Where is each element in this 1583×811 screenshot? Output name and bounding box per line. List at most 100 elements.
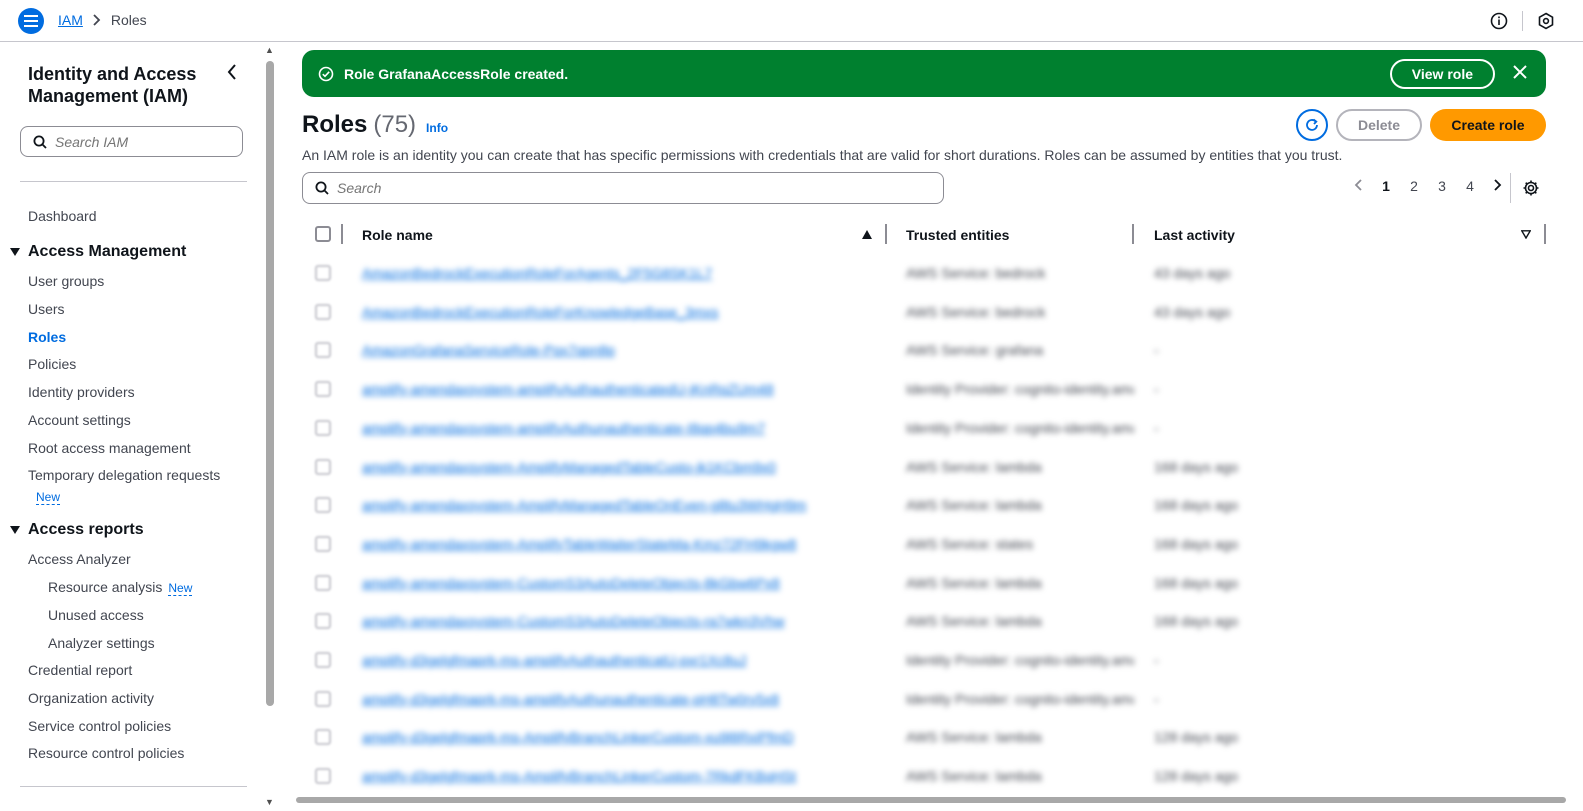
top-navigation-bar: IAM Roles	[0, 0, 1583, 42]
role-name-link[interactable]: amplify-d3gelgfmaprk-ms-amplifyAuthauthe…	[362, 652, 746, 668]
row-checkbox[interactable]	[315, 690, 331, 707]
delete-button[interactable]: Delete	[1336, 109, 1422, 141]
table-row: amplify-amendaxsystem-AmplifyManagedTabl…	[302, 448, 1552, 486]
refresh-button[interactable]	[1296, 109, 1328, 141]
sort-ascending-icon[interactable]	[862, 230, 872, 239]
role-name-link[interactable]: AmazonGrafanaServiceRole-Pqx7qpn8p	[362, 342, 615, 358]
role-name-link[interactable]: AmazonBedrockExecutionRoleForKnowledgeBa…	[362, 304, 718, 320]
new-badge-label: New	[36, 490, 61, 505]
sidebar-item-rcp[interactable]: Resource control policies	[28, 745, 184, 761]
check-circle-icon	[318, 66, 334, 81]
role-name-link[interactable]: amplify-amendaxsystem-CustomS3AutoDelete…	[362, 613, 785, 629]
sidebar-scrollbar[interactable]: ▲ ▼	[264, 43, 276, 811]
table-row: amplify-d3gelgfmaprk-ms-AmplifyBranchLin…	[302, 718, 1552, 756]
row-checkbox[interactable]	[315, 497, 331, 514]
sidebar-item-access-analyzer[interactable]: Access Analyzer	[28, 551, 131, 567]
row-checkbox[interactable]	[315, 574, 331, 591]
sidebar-search[interactable]	[20, 126, 243, 157]
column-divider[interactable]	[885, 224, 887, 244]
column-role-name[interactable]: Role name	[362, 227, 433, 243]
sidebar-item-organization-activity[interactable]: Organization activity	[28, 690, 154, 706]
sidebar-item-scp[interactable]: Service control policies	[28, 718, 171, 734]
table-row: amplify-amendaxsystem-amplifyAuthauthent…	[302, 370, 1552, 408]
sidebar-item-identity-providers[interactable]: Identity providers	[28, 384, 135, 400]
menu-button[interactable]	[18, 8, 44, 34]
create-role-button[interactable]: Create role	[1430, 109, 1546, 141]
column-trusted-entities[interactable]: Trusted entities	[906, 227, 1009, 243]
table-row: amplify-d3gelgfmaprk-ms-AmplifyBranchLin…	[302, 757, 1552, 795]
row-checkbox[interactable]	[315, 613, 331, 630]
settings-hex-icon[interactable]	[1537, 12, 1555, 30]
chevron-right-icon	[93, 14, 101, 26]
column-divider	[1544, 224, 1546, 244]
select-all-checkbox[interactable]	[315, 226, 331, 242]
close-icon[interactable]	[1512, 64, 1528, 80]
row-checkbox[interactable]	[315, 768, 331, 785]
row-checkbox[interactable]	[315, 729, 331, 746]
row-checkbox[interactable]	[315, 419, 331, 436]
row-checkbox[interactable]	[315, 265, 331, 281]
column-divider[interactable]	[1132, 224, 1134, 244]
column-last-activity[interactable]: Last activity	[1154, 227, 1235, 243]
section-access-management[interactable]: Access Management	[10, 243, 186, 261]
sidebar-item-root-access[interactable]: Root access management	[28, 440, 191, 456]
trusted-entity: AWS Service: lambda	[906, 458, 1042, 475]
role-name-link[interactable]: amplify-amendaxsystem-amplifyAuthunauthe…	[362, 420, 765, 436]
page-title: Roles (75) Info	[302, 111, 448, 139]
section-access-reports[interactable]: Access reports	[10, 521, 144, 539]
role-name-link[interactable]: amplify-amendaxsystem-AmplifyTableWaiter…	[362, 536, 796, 552]
breadcrumb-iam-link[interactable]: IAM	[58, 12, 83, 28]
role-name-link[interactable]: amplify-amendaxsystem-CustomS3AutoDelete…	[362, 575, 780, 591]
page-2[interactable]: 2	[1400, 178, 1428, 194]
sidebar: Identity and Access Management (IAM) Das…	[0, 43, 262, 811]
role-name-link[interactable]: AmazonBedrockExecutionRoleForAgents_2F5G…	[362, 265, 712, 281]
page-1[interactable]: 1	[1372, 178, 1400, 194]
table-row: amplify-d3gelgfmaprk-ms-amplifyAuthunaut…	[302, 680, 1552, 718]
sidebar-item-unused-access[interactable]: Unused access	[48, 607, 144, 623]
role-name-link[interactable]: amplify-amendaxsystem-amplifyAuthauthent…	[362, 381, 774, 397]
prev-page-icon[interactable]	[1344, 178, 1372, 194]
sidebar-item-user-groups[interactable]: User groups	[28, 273, 104, 289]
sidebar-item-account-settings[interactable]: Account settings	[28, 412, 131, 428]
row-checkbox[interactable]	[315, 303, 331, 320]
sidebar-item-roles[interactable]: Roles	[28, 329, 66, 345]
search-icon	[315, 181, 329, 195]
gear-icon[interactable]	[1522, 179, 1540, 197]
info-icon[interactable]	[1490, 12, 1508, 30]
sidebar-item-resource-analysis[interactable]: Resource analysis New	[48, 579, 193, 596]
role-name-link[interactable]: amplify-d3gelgfmaprk-ms-AmplifyBranchLin…	[362, 768, 796, 784]
page-3[interactable]: 3	[1428, 178, 1456, 194]
role-name-link[interactable]: amplify-amendaxsystem-AmplifyManagedTabl…	[362, 497, 806, 513]
sort-toggle-icon[interactable]	[1521, 230, 1531, 239]
info-link[interactable]: Info	[426, 121, 448, 135]
role-name-link[interactable]: amplify-d3gelgfmaprk-ms-amplifyAuthunaut…	[362, 691, 779, 707]
row-checkbox[interactable]	[315, 342, 331, 359]
sidebar-item-analyzer-settings[interactable]: Analyzer settings	[48, 635, 155, 651]
roles-search[interactable]	[302, 172, 944, 204]
sidebar-item-credential-report[interactable]: Credential report	[28, 662, 132, 678]
role-name-link[interactable]: amplify-d3gelgfmaprk-ms-AmplifyBranchLin…	[362, 729, 794, 745]
last-activity: -	[1154, 652, 1159, 668]
last-activity: -	[1154, 419, 1159, 436]
role-name-link[interactable]: amplify-amendaxsystem-AmplifyManagedTabl…	[362, 459, 776, 475]
last-activity: -	[1154, 342, 1159, 359]
sidebar-item-temp-delegation[interactable]: Temporary delegation requests	[28, 467, 220, 483]
sidebar-item-dashboard[interactable]: Dashboard	[28, 208, 97, 224]
horizontal-scrollbar[interactable]	[296, 797, 1566, 803]
sidebar-item-users[interactable]: Users	[28, 301, 65, 317]
roles-search-input[interactable]	[337, 180, 917, 196]
scroll-up-arrow-icon[interactable]: ▲	[265, 45, 274, 55]
collapse-sidebar-icon[interactable]	[226, 63, 238, 81]
row-checkbox[interactable]	[315, 381, 331, 398]
trusted-entity: AWS Service: bedrock	[906, 265, 1046, 281]
page-4[interactable]: 4	[1456, 178, 1484, 194]
row-checkbox[interactable]	[315, 535, 331, 552]
row-checkbox[interactable]	[315, 458, 331, 475]
row-checkbox[interactable]	[315, 652, 331, 668]
scroll-down-arrow-icon[interactable]: ▼	[265, 797, 274, 807]
next-page-icon[interactable]	[1484, 178, 1512, 194]
view-role-button[interactable]: View role	[1389, 59, 1495, 89]
sidebar-item-policies[interactable]: Policies	[28, 356, 76, 372]
sidebar-search-input[interactable]	[55, 133, 225, 150]
scrollbar-thumb[interactable]	[266, 61, 274, 706]
